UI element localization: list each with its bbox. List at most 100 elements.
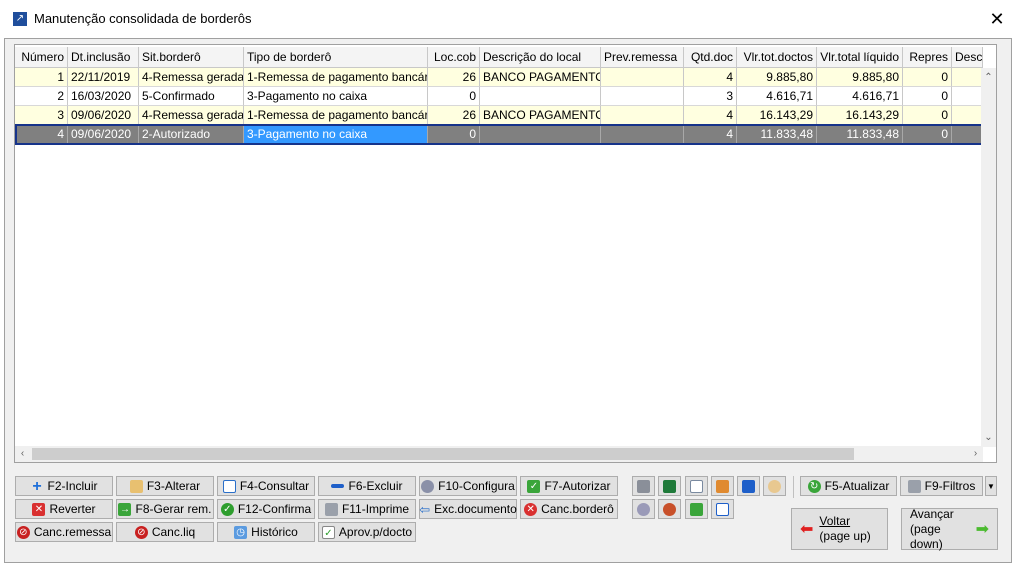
imprime-button[interactable]: F11-Imprime xyxy=(318,499,416,519)
table-cell[interactable] xyxy=(952,87,983,106)
table-cell[interactable]: 3-Pagamento no caixa xyxy=(244,87,428,106)
table-cell[interactable]: 4 xyxy=(684,125,737,144)
incluir-button[interactable]: + F2-Incluir xyxy=(15,476,113,496)
table-cell[interactable]: 2 xyxy=(15,87,68,106)
table-cell[interactable] xyxy=(480,125,601,144)
excel-button[interactable] xyxy=(658,476,681,496)
avancar-button[interactable]: Avançar (page down) ➡ xyxy=(901,507,998,551)
column-header[interactable]: Tipo de borderô xyxy=(244,47,428,68)
table-cell[interactable] xyxy=(601,106,684,125)
historico-button[interactable]: ◷ Histórico xyxy=(217,522,315,542)
table-cell[interactable]: 16.143,29 xyxy=(737,106,817,125)
column-header[interactable]: Loc.cob xyxy=(428,47,480,68)
table-cell[interactable]: BANCO PAGAMENTOS xyxy=(480,106,601,125)
table-cell[interactable]: 0 xyxy=(428,125,480,144)
scroll-left-icon[interactable]: ‹ xyxy=(15,448,30,459)
table-cell[interactable]: 16/03/2020 xyxy=(68,87,139,106)
sort-button[interactable] xyxy=(737,476,760,496)
table-row[interactable]: 3 09/06/2020 4-Remessa gerada 1-Remessa de … xyxy=(15,106,983,125)
table-cell[interactable]: 4.616,71 xyxy=(817,87,903,106)
table-row[interactable]: 4 09/06/2020 2-Autorizado 3-Pagamento no ca… xyxy=(15,125,983,144)
table-cell[interactable]: 9.885,80 xyxy=(737,68,817,87)
table-cell[interactable]: 16.143,29 xyxy=(817,106,903,125)
table-cell[interactable]: 09/06/2020 xyxy=(68,106,139,125)
vertical-scrollbar[interactable]: ⌃ ⌄ xyxy=(981,68,996,447)
table-cell[interactable]: 4-Remessa gerada xyxy=(139,106,244,125)
download-button[interactable] xyxy=(685,499,708,519)
table-cell[interactable]: 0 xyxy=(428,87,480,106)
column-header[interactable]: Qtd.doc xyxy=(684,47,737,68)
table-cell[interactable]: 1-Remessa de pagamento bancário xyxy=(244,106,428,125)
filtros-button[interactable]: F9-Filtros xyxy=(900,476,983,496)
table-cell[interactable]: 26 xyxy=(428,106,480,125)
column-header[interactable]: Descr xyxy=(952,47,983,68)
user-check-button[interactable] xyxy=(658,499,681,519)
table-cell[interactable]: 3 xyxy=(684,87,737,106)
table-cell[interactable] xyxy=(952,125,983,144)
column-header[interactable]: Prev.remessa xyxy=(601,47,684,68)
table-cell[interactable]: 1 xyxy=(15,68,68,87)
alterar-button[interactable]: F3-Alterar xyxy=(116,476,214,496)
configura-button[interactable]: F10-Configura xyxy=(419,476,517,496)
table-cell[interactable]: BANCO PAGAMENTOS xyxy=(480,68,601,87)
table-cell[interactable] xyxy=(601,125,684,144)
column-header[interactable]: Repres xyxy=(903,47,952,68)
table-cell[interactable]: 11.833,48 xyxy=(817,125,903,144)
autorizar-button[interactable]: ✓ F7-Autorizar xyxy=(520,476,618,496)
horizontal-scrollbar[interactable]: ‹ › xyxy=(15,446,983,462)
canc-liq-button[interactable]: ⊘ Canc.liq xyxy=(116,522,214,542)
table-cell[interactable]: 26 xyxy=(428,68,480,87)
confirma-button[interactable]: ✓ F12-Confirma xyxy=(217,499,315,519)
table-cell[interactable]: 4 xyxy=(684,106,737,125)
table-cell[interactable]: 9.885,80 xyxy=(817,68,903,87)
table-cell[interactable]: 2-Autorizado xyxy=(139,125,244,144)
column-header[interactable]: Vlr.total líquido xyxy=(817,47,903,68)
table-cell[interactable] xyxy=(601,87,684,106)
table-cell[interactable]: 1-Remessa de pagamento bancário xyxy=(244,68,428,87)
checklist-button[interactable] xyxy=(711,499,734,519)
atualizar-button[interactable]: ↻ F5-Atualizar xyxy=(800,476,897,496)
horizontal-scroll-thumb[interactable] xyxy=(32,448,854,460)
table-cell[interactable]: 11.833,48 xyxy=(737,125,817,144)
close-button[interactable]: ✕ xyxy=(986,8,1008,30)
consultar-button[interactable]: F4-Consultar xyxy=(217,476,315,496)
scroll-right-icon[interactable]: › xyxy=(968,448,983,459)
column-header[interactable]: Descrição do local xyxy=(480,47,601,68)
borderos-grid[interactable]: Número Dt.inclusão Sit.borderô Tipo de bord… xyxy=(14,44,997,463)
table-cell[interactable]: 0 xyxy=(903,106,952,125)
filtros-dropdown[interactable]: ▼ xyxy=(985,476,997,496)
voltar-button[interactable]: ⬅ Voltar (page up) xyxy=(791,508,888,550)
column-header[interactable]: Dt.inclusão xyxy=(68,47,139,68)
aprov-docto-button[interactable]: ✓ Aprov.p/docto xyxy=(318,522,416,542)
column-header[interactable]: Vlr.tot.doctos xyxy=(737,47,817,68)
table-cell[interactable]: 3 xyxy=(15,106,68,125)
table-cell[interactable]: 4 xyxy=(684,68,737,87)
table-cell[interactable] xyxy=(952,68,983,87)
table-cell[interactable]: 3-Pagamento no caixa xyxy=(244,125,428,144)
table-cell[interactable]: 0 xyxy=(903,87,952,106)
reverter-button[interactable]: ✕ Reverter xyxy=(15,499,113,519)
table-cell[interactable]: 4 xyxy=(15,125,68,144)
canc-remessa-button[interactable]: ⊘ Canc.remessa xyxy=(15,522,113,542)
canc-bordero-button[interactable]: ✕ Canc.borderô xyxy=(520,499,618,519)
table-cell[interactable]: 0 xyxy=(903,125,952,144)
table-cell[interactable] xyxy=(601,68,684,87)
scroll-down-icon[interactable]: ⌄ xyxy=(981,432,996,443)
gerar-remessa-button[interactable]: → F8-Gerar rem. xyxy=(116,499,214,519)
document-button[interactable] xyxy=(685,476,708,496)
palette-button[interactable] xyxy=(763,476,786,496)
table-cell[interactable]: 4.616,71 xyxy=(737,87,817,106)
table-cell[interactable]: 09/06/2020 xyxy=(68,125,139,144)
exc-documento-button[interactable]: ⇦ Exc.documento xyxy=(419,499,517,519)
table-cell[interactable] xyxy=(480,87,601,106)
table-cell[interactable]: 5-Confirmado xyxy=(139,87,244,106)
settings-button[interactable] xyxy=(632,499,655,519)
scroll-up-icon[interactable]: ⌃ xyxy=(981,72,996,83)
table-row[interactable]: 2 16/03/2020 5-Confirmado 3-Pagamento no ca… xyxy=(15,87,983,106)
table-cell[interactable] xyxy=(952,106,983,125)
layout-button[interactable] xyxy=(711,476,734,496)
excluir-button[interactable]: F6-Excluir xyxy=(318,476,416,496)
table-cell[interactable]: 4-Remessa gerada xyxy=(139,68,244,87)
table-row[interactable]: 1 22/11/2019 4-Remessa gerada 1-Remessa de … xyxy=(15,68,983,87)
binoculars-button[interactable] xyxy=(632,476,655,496)
